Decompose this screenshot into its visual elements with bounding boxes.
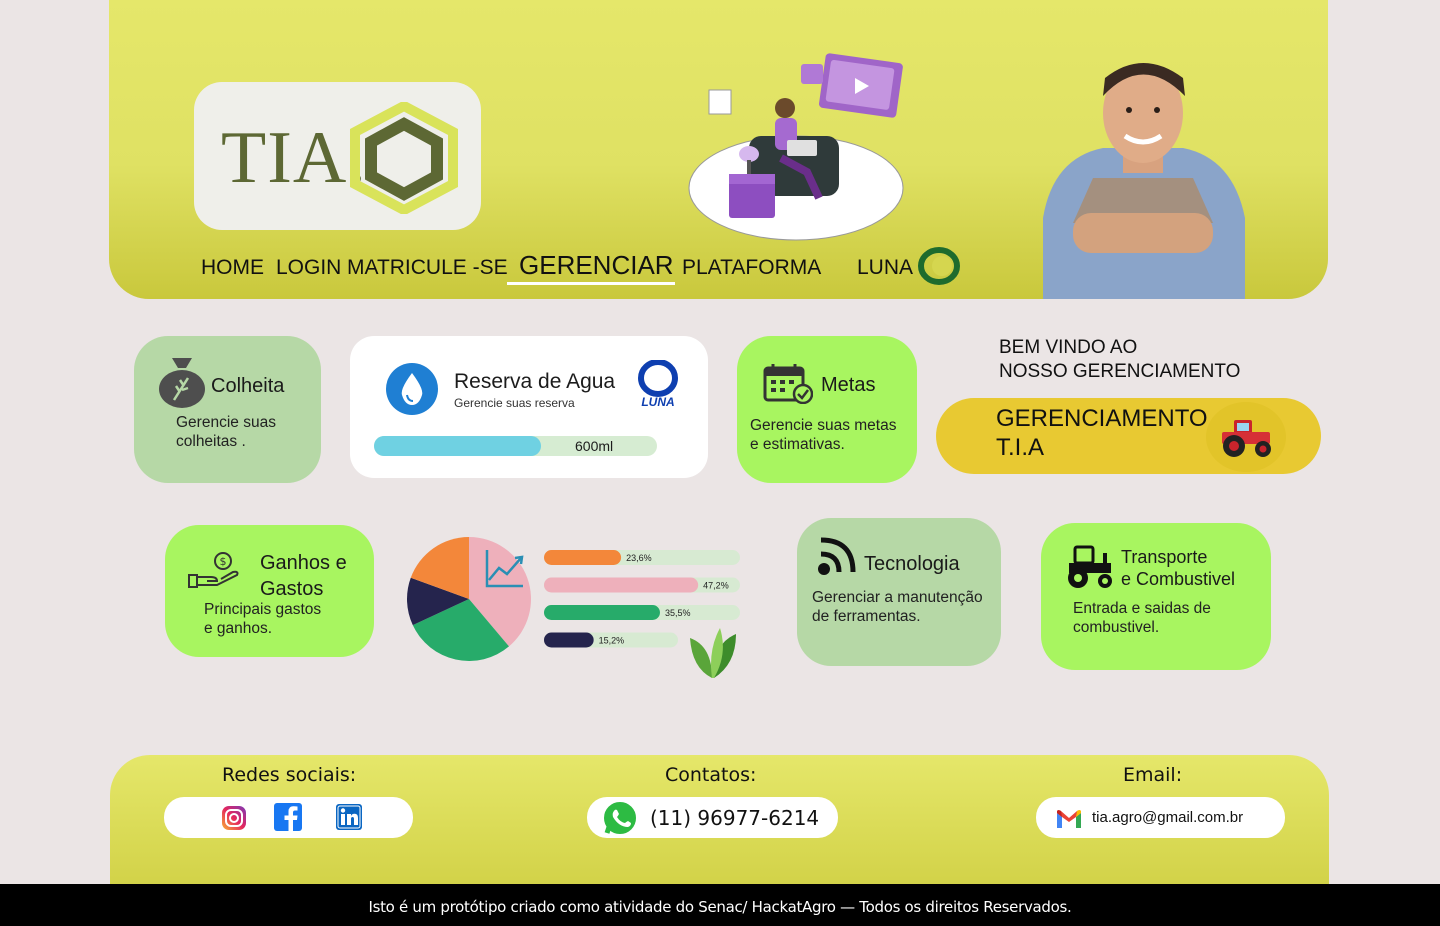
card-description: Entrada e saidas de combustivel. (1073, 600, 1211, 636)
card-title: Reserva de Agua (454, 370, 616, 393)
luna-logo-icon (918, 247, 960, 285)
bar (544, 632, 594, 648)
card-transporte-combustivel[interactable]: Transporte e Combustivel Entrada e saida… (1041, 523, 1271, 670)
water-level-value: 600ml (575, 438, 614, 454)
social-links (164, 797, 413, 838)
nav-matricule[interactable]: MATRICULE -SE (347, 256, 508, 280)
welcome-heading: BEM VINDO AO NOSSO GERENCIAMENTO (999, 337, 1241, 382)
card-ganhos-gastos[interactable]: $ Ganhos e Gastos Principais gastos e ga… (165, 525, 374, 657)
nav-gerenciar[interactable]: GERENCIAR (519, 250, 674, 281)
logo-text: TIA. (221, 117, 367, 199)
luna-brand-logo: LUNA (638, 360, 678, 408)
linkedin-icon[interactable] (336, 804, 362, 830)
nav-luna[interactable]: LUNA (857, 256, 913, 280)
expenses-pie-chart (407, 537, 531, 661)
email-label: Email: (1123, 764, 1183, 786)
email-contact[interactable]: tia.agro@gmail.com.br (1036, 797, 1285, 838)
signal-icon (818, 537, 856, 575)
nav-plataforma[interactable]: PLATAFORMA (682, 256, 821, 280)
card-colheita[interactable]: Colheita Gerencie suas colheitas . (134, 336, 321, 483)
gerenciamento-label: GERENCIAMENTO T.I.A (996, 405, 1208, 461)
harvest-bag-icon (159, 358, 205, 408)
bar (544, 605, 660, 620)
water-level-bar (374, 436, 657, 456)
contacts-label: Contatos: (665, 764, 757, 786)
phone-number: (11) 96977-6214 (650, 806, 820, 830)
gerenciamento-button[interactable]: GERENCIAMENTO T.I.A (936, 398, 1321, 474)
logo[interactable]: TIA. (194, 82, 481, 230)
nav-login[interactable]: LOGIN (276, 256, 341, 280)
whatsapp-icon (602, 800, 638, 836)
water-drop-icon (386, 363, 438, 415)
bar-value-label: 23,6% (626, 553, 652, 563)
header: TIA. HOME LOGIN MATRICULE -SE GERENCIAR … (109, 0, 1328, 299)
svg-text:$: $ (220, 555, 227, 568)
tractor-badge (1206, 402, 1286, 472)
gmail-icon (1057, 810, 1081, 828)
nav-active-indicator (507, 282, 675, 285)
card-tecnologia[interactable]: Tecnologia Gerenciar a manutenção de fer… (797, 518, 1001, 666)
card-description: Gerencie suas colheitas . (176, 414, 276, 450)
tractor-icon (1068, 545, 1112, 588)
instagram-icon[interactable] (221, 805, 247, 831)
tractor-icon (1222, 420, 1271, 457)
main-nav: HOME LOGIN MATRICULE -SE GERENCIAR PLATA… (109, 247, 1009, 290)
money-hand-icon: $ (188, 552, 239, 588)
water-level-fill (374, 436, 541, 456)
email-address: tia.agro@gmail.com.br (1092, 809, 1244, 826)
card-title: Ganhos e Gastos (260, 552, 347, 600)
card-reserva-agua[interactable]: Reserva de Agua Gerencie suas reserva LU… (350, 336, 708, 478)
card-description: Gerenciar a manutenção de ferramentas. (812, 589, 983, 625)
card-description: Principais gastos e ganhos. (204, 601, 322, 637)
bar-value-label: 47,2% (703, 581, 729, 591)
card-subtitle: Gerencie suas reserva (454, 396, 575, 410)
card-title: Metas (821, 374, 876, 396)
facebook-icon[interactable] (274, 803, 302, 831)
card-description: Gerencie suas metas e estimativas. (750, 417, 897, 453)
luna-brand-text: LUNA (641, 395, 674, 408)
card-title: Colheita (211, 375, 285, 397)
card-title: Transporte e Combustivel (1121, 547, 1236, 589)
bar-value-label: 15,2% (599, 636, 625, 646)
nav-home[interactable]: HOME (201, 256, 264, 280)
footer: Redes sociais: Contatos: Email: (11) 969… (110, 755, 1329, 886)
bar-value-label: 35,5% (665, 608, 691, 618)
social-label: Redes sociais: (222, 764, 357, 786)
calendar-check-icon (763, 364, 813, 404)
copyright-text: Isto é um protótipo criado como atividad… (368, 898, 1072, 916)
phone-contact[interactable]: (11) 96977-6214 (587, 797, 838, 838)
card-title: Tecnologia (864, 553, 960, 575)
leaves-icon (690, 628, 736, 678)
bar (544, 577, 699, 593)
hexagon-logo-icon (350, 102, 458, 214)
remote-work-illustration (688, 53, 904, 241)
farmer-photo (1043, 63, 1245, 299)
copyright-bar: Isto é um protótipo criado como atividad… (0, 884, 1440, 926)
bar (544, 550, 622, 565)
card-metas[interactable]: Metas Gerencie suas metas e estimativas. (737, 336, 917, 483)
